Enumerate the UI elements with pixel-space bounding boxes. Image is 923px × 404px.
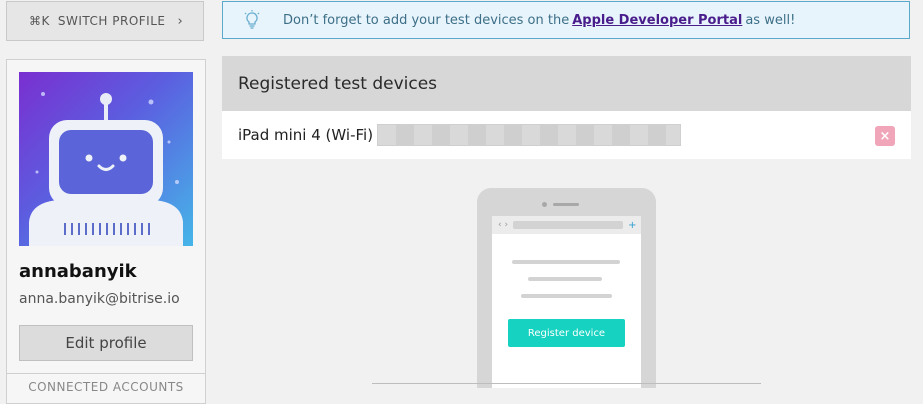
edit-profile-button[interactable]: Edit profile [19, 325, 193, 361]
speaker-slot [553, 203, 579, 206]
plus-icon: + [628, 219, 637, 231]
lightbulb-icon [244, 10, 260, 29]
connected-accounts-heading: CONNECTED ACCOUNTS [28, 380, 184, 394]
tablet-screen: ‹ › + Register device [492, 216, 641, 388]
url-bar [513, 221, 624, 229]
tablet-illustration: ‹ › + Register device [477, 188, 656, 388]
profile-card: annabanyik anna.banyik@bitrise.io Edit p… [6, 59, 206, 404]
switch-profile-label: SWITCH PROFILE [57, 14, 166, 28]
device-name: iPad mini 4 (Wi-Fi) [238, 126, 374, 144]
browser-bar: ‹ › + [492, 216, 641, 234]
chevron-right-icon: › [177, 13, 184, 29]
apple-developer-portal-link[interactable]: Apple Developer Portal [572, 13, 742, 28]
section-title: Registered test devices [222, 56, 911, 111]
divider [7, 373, 205, 374]
banner-text-end: as well! [745, 12, 796, 28]
placeholder-line [528, 277, 602, 281]
user-email: anna.banyik@bitrise.io [19, 291, 180, 307]
nav-arrows-icon: ‹ › [498, 220, 509, 230]
camera-dot [542, 202, 547, 207]
delete-device-button[interactable]: × [875, 126, 895, 146]
placeholder-line [512, 260, 620, 264]
username: annabanyik [19, 261, 137, 282]
banner-text: Don’t forget to add your test devices on… [283, 12, 570, 28]
shortcut-hint: ⌘K [29, 14, 50, 28]
divider [372, 383, 761, 384]
device-row: iPad mini 4 (Wi-Fi) × [222, 111, 911, 159]
placeholder-line [521, 294, 612, 298]
register-device-button[interactable]: Register device [508, 319, 625, 347]
info-banner: Don’t forget to add your test devices on… [222, 1, 910, 39]
switch-profile-button[interactable]: ⌘K SWITCH PROFILE › [6, 1, 204, 41]
device-udid-redacted [377, 124, 682, 146]
robot-avatar-icon [29, 92, 183, 246]
avatar [19, 72, 193, 246]
